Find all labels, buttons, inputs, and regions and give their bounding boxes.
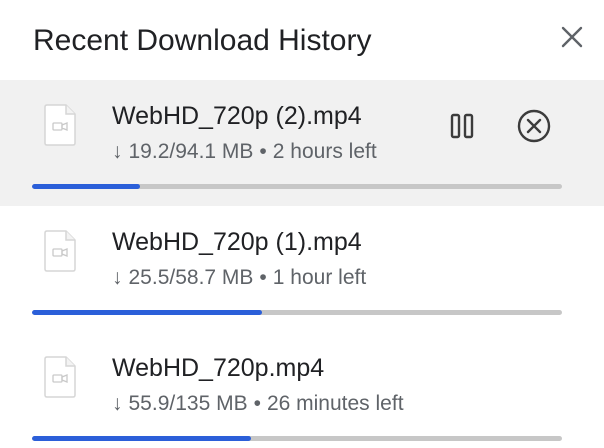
download-time-left: 26 minutes left bbox=[266, 392, 404, 415]
progress-bar bbox=[32, 436, 562, 441]
download-status: ↓ 55.9/135 MB • 26 minutes left bbox=[112, 390, 404, 418]
download-size: 19.2/94.1 MB bbox=[128, 140, 254, 163]
file-icon bbox=[44, 104, 76, 146]
download-filename: WebHD_720p.mp4 bbox=[112, 354, 325, 382]
progress-fill bbox=[32, 436, 252, 441]
download-arrow-icon: ↓ bbox=[112, 266, 123, 289]
separator-dot: • bbox=[259, 266, 267, 289]
download-filename: WebHD_720p (2).mp4 bbox=[112, 102, 362, 130]
panel-title: Recent Download History bbox=[33, 24, 372, 57]
cancel-icon bbox=[517, 109, 551, 143]
progress-fill bbox=[32, 310, 263, 315]
download-time-left: 1 hour left bbox=[272, 266, 367, 289]
download-size: 55.9/135 MB bbox=[128, 392, 248, 415]
download-time-left: 2 hours left bbox=[272, 140, 377, 163]
download-history-panel: Recent Download History WebHD_720p (2).m… bbox=[0, 0, 604, 448]
download-item[interactable]: WebHD_720p (2).mp4 ↓ 19.2/94.1 MB • 2 hours… bbox=[0, 80, 604, 206]
close-icon bbox=[561, 26, 583, 48]
file-icon bbox=[44, 230, 76, 272]
download-arrow-icon: ↓ bbox=[112, 140, 123, 163]
download-size: 25.5/58.7 MB bbox=[128, 266, 254, 289]
separator-dot: • bbox=[259, 140, 267, 163]
download-item[interactable]: WebHD_720p.mp4 ↓ 55.9/135 MB • 26 minutes l… bbox=[0, 332, 604, 448]
separator-dot: • bbox=[253, 392, 261, 415]
download-status: ↓ 25.5/58.7 MB • 1 hour left bbox=[112, 264, 366, 292]
pause-icon bbox=[450, 113, 474, 139]
download-status: ↓ 19.2/94.1 MB • 2 hours left bbox=[112, 138, 377, 166]
download-filename: WebHD_720p (1).mp4 bbox=[112, 228, 362, 256]
pause-button[interactable] bbox=[444, 108, 480, 144]
progress-bar bbox=[32, 184, 562, 189]
file-icon bbox=[44, 356, 76, 398]
download-list: WebHD_720p (2).mp4 ↓ 19.2/94.1 MB • 2 hours… bbox=[0, 80, 604, 448]
panel-header: Recent Download History bbox=[0, 0, 604, 80]
cancel-button[interactable] bbox=[514, 106, 554, 146]
download-arrow-icon: ↓ bbox=[112, 392, 123, 415]
download-item[interactable]: WebHD_720p (1).mp4 ↓ 25.5/58.7 MB • 1 hour … bbox=[0, 206, 604, 332]
close-button[interactable] bbox=[556, 21, 588, 53]
progress-fill bbox=[32, 184, 141, 189]
progress-bar bbox=[32, 310, 562, 315]
